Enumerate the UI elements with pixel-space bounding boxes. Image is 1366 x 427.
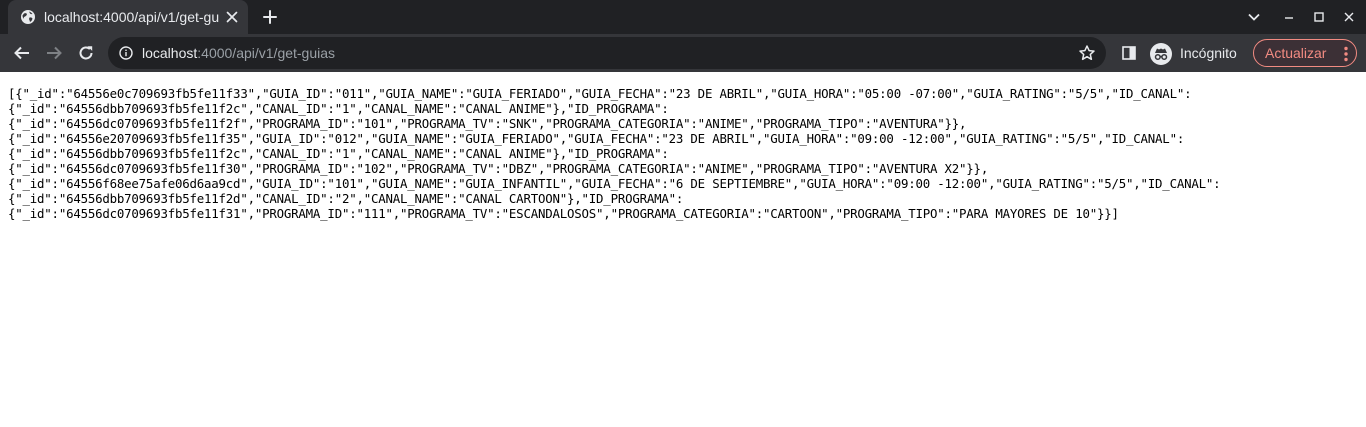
tab-search-chevron-icon[interactable] — [1242, 5, 1266, 29]
browser-toolbar: localhost:4000/api/v1/get-guias Incógnit… — [0, 34, 1366, 72]
json-line: {"_id":"64556dc0709693fb5fe11f2f","PROGR… — [8, 116, 967, 131]
incognito-indicator[interactable]: Incógnito — [1146, 38, 1248, 68]
info-icon[interactable] — [119, 46, 133, 60]
incognito-icon — [1150, 43, 1172, 65]
update-button-label: Actualizar — [1265, 45, 1327, 61]
url-text[interactable]: localhost:4000/api/v1/get-guias — [142, 44, 335, 62]
window-close-icon[interactable] — [1337, 5, 1361, 29]
new-tab-icon[interactable] — [258, 5, 282, 29]
reload-icon[interactable] — [72, 39, 100, 67]
forward-arrow-icon[interactable] — [40, 39, 68, 67]
tab-strip: localhost:4000/api/v1/get-guias — [0, 0, 1366, 34]
json-line: {"_id":"64556e20709693fb5fe11f35","GUIA_… — [8, 131, 1185, 146]
update-button[interactable]: Actualizar — [1253, 39, 1357, 67]
globe-icon — [20, 9, 36, 25]
url-host: localhost — [142, 45, 198, 61]
json-line: {"_id":"64556f68ee75afe06d6aa9cd","GUIA_… — [8, 176, 1221, 191]
json-line: {"_id":"64556dc0709693fb5fe11f30","PROGR… — [8, 161, 989, 176]
bookmark-star-icon[interactable] — [1078, 44, 1096, 62]
json-line: [{"_id":"64556e0c709693fb5fe11f33","GUIA… — [8, 86, 1192, 101]
json-line: {"_id":"64556dbb709693fb5fe11f2d","CANAL… — [8, 191, 684, 206]
tab-active[interactable]: localhost:4000/api/v1/get-guias — [8, 0, 248, 34]
incognito-label: Incógnito — [1180, 45, 1237, 61]
json-line: {"_id":"64556dc0709693fb5fe11f31","PROGR… — [8, 206, 1119, 221]
address-bar[interactable]: localhost:4000/api/v1/get-guias — [108, 37, 1106, 69]
close-icon[interactable] — [222, 7, 242, 27]
page-content: [{"_id":"64556e0c709693fb5fe11f33","GUIA… — [0, 72, 1366, 427]
tab-title: localhost:4000/api/v1/get-guias — [44, 9, 220, 25]
back-arrow-icon[interactable] — [8, 39, 36, 67]
json-line: {"_id":"64556dbb709693fb5fe11f2c","CANAL… — [8, 146, 669, 161]
side-panel-icon[interactable] — [1115, 39, 1143, 67]
url-path: :4000/api/v1/get-guias — [197, 45, 336, 61]
json-line: {"_id":"64556dbb709693fb5fe11f2c","CANAL… — [8, 101, 669, 116]
maximize-icon[interactable] — [1307, 5, 1331, 29]
kebab-menu-icon[interactable] — [1338, 45, 1354, 63]
minimize-icon[interactable] — [1277, 5, 1301, 29]
